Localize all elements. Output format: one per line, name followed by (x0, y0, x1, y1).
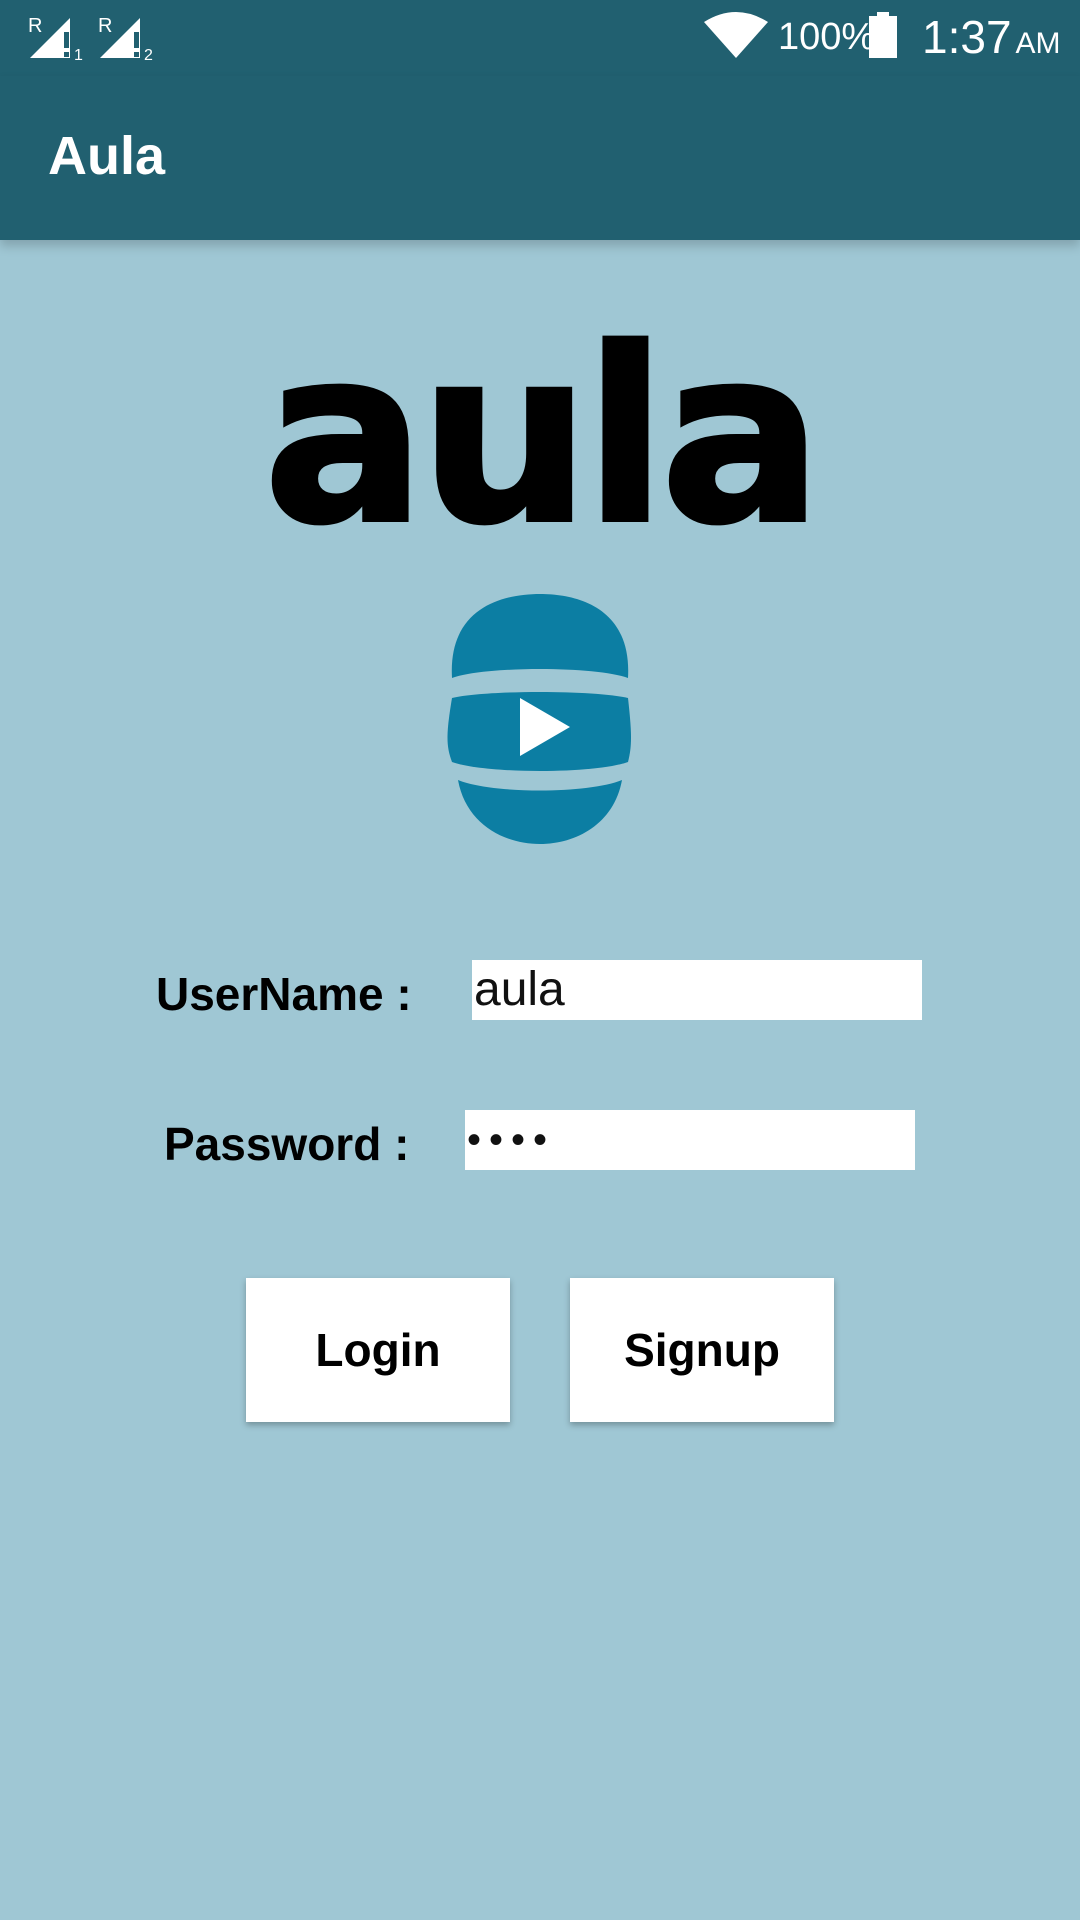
play-logo-icon (447, 594, 631, 844)
username-input[interactable] (472, 960, 922, 1020)
sim1-index: 1 (74, 47, 83, 62)
app-bar: Aula (0, 76, 1080, 240)
battery-icon (869, 12, 897, 58)
signal-sim2-icon: R 2 (98, 15, 153, 62)
time-value: 1:37 (922, 11, 1012, 63)
sim1-label: R (28, 15, 42, 37)
wifi-icon (704, 12, 768, 58)
aula-wordmark-logo: aula (270, 295, 810, 570)
status-bar: R 1 R 2 100% 1:37 AM (0, 0, 1080, 76)
password-input[interactable] (465, 1110, 915, 1170)
login-button[interactable]: Login (246, 1278, 510, 1422)
battery-percent: 100% (778, 16, 876, 58)
signal-sim1-icon: R 1 (28, 15, 83, 62)
status-time: 1:37 AM (922, 8, 1061, 73)
logo-wordmark-text: aula (270, 297, 810, 570)
sim2-index: 2 (144, 47, 153, 62)
username-label: UserName : (156, 968, 412, 1020)
sim2-label: R (98, 15, 112, 37)
password-label: Password : (164, 1118, 410, 1170)
time-ampm: AM (1015, 27, 1061, 60)
signup-button[interactable]: Signup (570, 1278, 834, 1422)
app-title: Aula (48, 126, 166, 186)
